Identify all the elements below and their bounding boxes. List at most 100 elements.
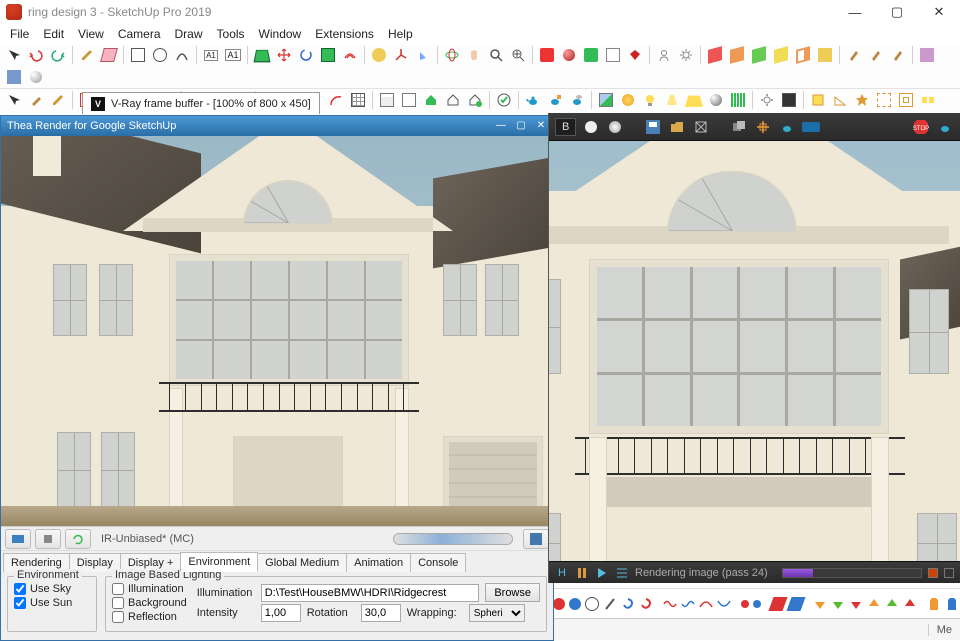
home-outline-icon[interactable]	[443, 90, 463, 110]
menu-tools[interactable]: Tools	[211, 25, 251, 43]
rotation-field[interactable]	[361, 604, 401, 622]
rectangle-tool-icon[interactable]	[128, 45, 148, 65]
eraser-tool-icon[interactable]	[99, 45, 119, 65]
shirt-blue-icon[interactable]	[944, 594, 960, 614]
undo-icon[interactable]	[26, 45, 46, 65]
plugin-vray-icon[interactable]	[4, 67, 24, 87]
mat-sphere-icon[interactable]	[706, 90, 726, 110]
tab-animation[interactable]: Animation	[346, 553, 411, 572]
redo-icon[interactable]	[48, 45, 68, 65]
vray-stop-square-icon[interactable]	[928, 568, 938, 578]
fur-icon[interactable]	[728, 90, 748, 110]
menu-help[interactable]: Help	[382, 25, 419, 43]
vray-history-icon[interactable]	[802, 118, 820, 136]
vray-open-icon[interactable]	[668, 118, 686, 136]
light-area-icon[interactable]	[684, 90, 704, 110]
wave-c-icon[interactable]	[698, 594, 714, 614]
swirl-red-icon[interactable]	[638, 594, 654, 614]
vray-black-square-icon[interactable]	[944, 568, 954, 578]
thea-minimize-button[interactable]: —	[491, 116, 511, 134]
arrow-group-d-icon[interactable]	[866, 594, 882, 614]
vray-play-icon[interactable]	[595, 566, 609, 580]
teapot-rt-icon[interactable]	[545, 90, 565, 110]
teapot-cloud-icon[interactable]	[567, 90, 587, 110]
slash-icon[interactable]	[602, 594, 618, 614]
pan-tool-icon[interactable]	[464, 45, 484, 65]
vr-red-icon[interactable]	[537, 45, 557, 65]
vray-render-teapot-icon[interactable]	[936, 118, 954, 136]
use-sky-checkbox[interactable]	[14, 583, 26, 595]
window-list-icon[interactable]	[377, 90, 397, 110]
home-green-icon[interactable]	[421, 90, 441, 110]
scale-tool-icon[interactable]	[318, 45, 338, 65]
menu-file[interactable]: File	[4, 25, 35, 43]
vray-list-icon[interactable]	[615, 566, 629, 580]
menu-extensions[interactable]: Extensions	[309, 25, 380, 43]
tab-environment[interactable]: Environment	[180, 552, 258, 572]
illumination-path-field[interactable]	[261, 584, 480, 602]
push-pull-tool-icon[interactable]	[252, 45, 272, 65]
wave-b-icon[interactable]	[680, 594, 696, 614]
text-tool-icon[interactable]: A1	[223, 45, 243, 65]
thea-render-button[interactable]	[5, 529, 31, 549]
pencil-tool-icon[interactable]	[77, 45, 97, 65]
menu-draw[interactable]: Draw	[169, 25, 209, 43]
menu-window[interactable]: Window	[253, 25, 308, 43]
ibl-reflection-checkbox[interactable]	[112, 611, 124, 623]
select-arrow-icon[interactable]	[4, 90, 24, 110]
checkmark-icon[interactable]	[494, 90, 514, 110]
layer-yellow-icon[interactable]	[771, 45, 791, 65]
layer-green-icon[interactable]	[749, 45, 769, 65]
vray-save-icon[interactable]	[644, 118, 662, 136]
arrow-group-e-icon[interactable]	[884, 594, 900, 614]
intensity-field[interactable]	[261, 604, 301, 622]
vray-frame-buffer-tab[interactable]: V V-Ray frame buffer - [100% of 800 x 45…	[82, 92, 320, 114]
settings-gear-icon[interactable]	[757, 90, 777, 110]
tab-console[interactable]: Console	[410, 553, 466, 572]
vray-clone-icon[interactable]	[730, 118, 748, 136]
plugin-sphere-icon[interactable]	[26, 67, 46, 87]
bounds-icon[interactable]	[874, 90, 894, 110]
brush-a-icon[interactable]	[844, 45, 864, 65]
vray-h-icon[interactable]: H	[555, 566, 569, 580]
shape-red-icon[interactable]	[552, 594, 566, 614]
axes-tool-icon[interactable]	[391, 45, 411, 65]
picture-icon[interactable]	[596, 90, 616, 110]
brush-b-icon[interactable]	[866, 45, 886, 65]
vray-region-icon[interactable]	[754, 118, 772, 136]
brush-tool-icon[interactable]	[26, 90, 46, 110]
star-icon[interactable]	[852, 90, 872, 110]
menu-view[interactable]: View	[72, 25, 110, 43]
thea-maximize-button[interactable]: ▢	[511, 116, 531, 134]
thea-progress-slider[interactable]	[393, 533, 513, 545]
group-box-icon[interactable]	[808, 90, 828, 110]
gear-icon[interactable]	[676, 45, 696, 65]
shirt-orange-icon[interactable]	[926, 594, 942, 614]
use-sun-checkbox[interactable]	[14, 597, 26, 609]
circle-tool-icon[interactable]	[150, 45, 170, 65]
vray-stop-render-icon[interactable]: STOP	[912, 118, 930, 136]
vray-teapot-icon[interactable]	[778, 118, 796, 136]
skew-red-icon[interactable]	[770, 594, 786, 614]
skew-blue-icon[interactable]	[788, 594, 804, 614]
frame-buffer-icon[interactable]	[779, 90, 799, 110]
plugin-thea-icon[interactable]	[917, 45, 937, 65]
move-tool-icon[interactable]	[274, 45, 294, 65]
shape-blue-icon[interactable]	[568, 594, 582, 614]
shape-outline-icon[interactable]	[584, 594, 600, 614]
vr-sphere-icon[interactable]	[559, 45, 579, 65]
layer-orange-icon[interactable]	[727, 45, 747, 65]
vray-rgb-circle-icon[interactable]	[582, 118, 600, 136]
thea-stop-button[interactable]	[35, 529, 61, 549]
vray-alpha-circle-icon[interactable]	[606, 118, 624, 136]
vray-channel-button[interactable]: B	[555, 118, 576, 136]
vr-green-icon[interactable]	[581, 45, 601, 65]
zoom-tool-icon[interactable]	[486, 45, 506, 65]
layer-clip-icon[interactable]	[793, 45, 813, 65]
light-spot-icon[interactable]	[662, 90, 682, 110]
tab-global-medium[interactable]: Global Medium	[257, 553, 347, 572]
split-icon[interactable]	[918, 90, 938, 110]
angle-snap-icon[interactable]	[830, 90, 850, 110]
offset-tool-icon[interactable]	[340, 45, 360, 65]
menu-edit[interactable]: Edit	[37, 25, 70, 43]
